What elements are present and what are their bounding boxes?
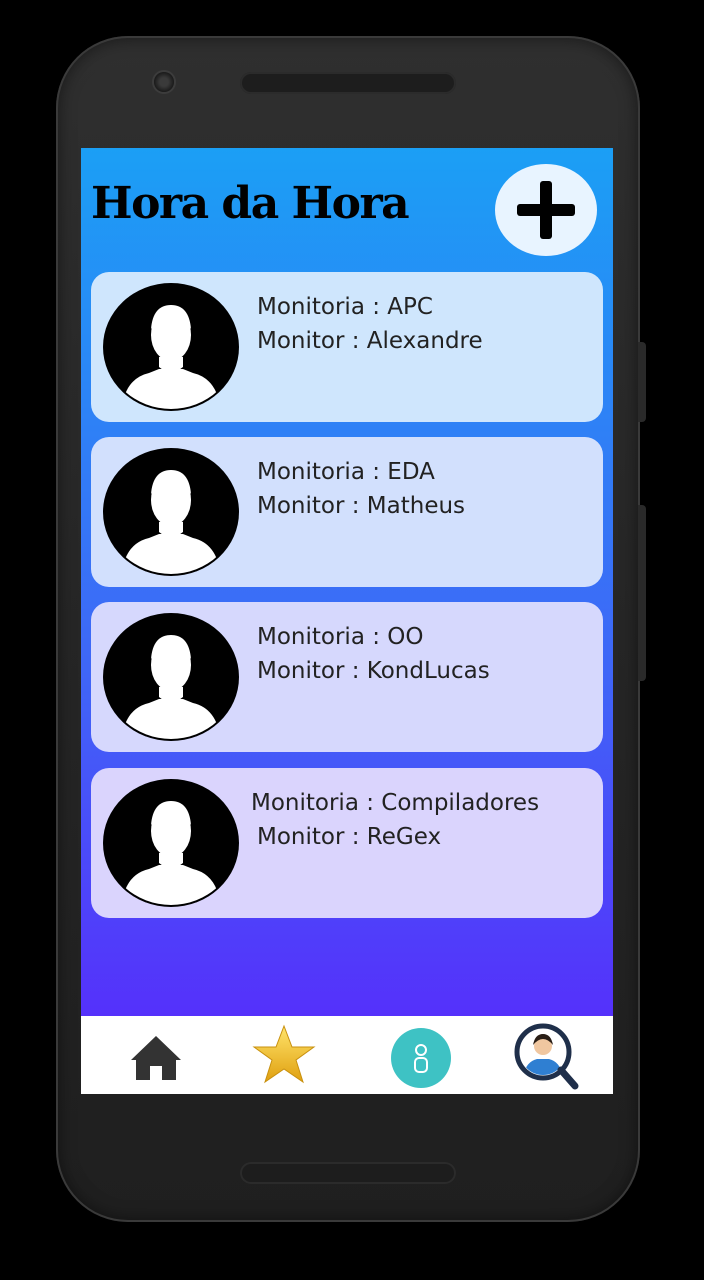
front-camera xyxy=(154,72,174,92)
card-text: Monitoria : EDA Monitor : Matheus xyxy=(257,455,465,523)
monitoria-card[interactable]: Monitoria : OO Monitor : KondLucas xyxy=(91,602,603,752)
volume-button xyxy=(638,342,646,422)
earpiece-speaker xyxy=(240,72,456,94)
monitoria-card[interactable]: Monitoria : Compiladores Monitor : ReGex xyxy=(91,768,603,918)
bottom-speaker xyxy=(240,1162,456,1184)
bottom-nav xyxy=(81,1018,613,1094)
app-title: Hora da Hora xyxy=(91,178,410,229)
nav-search[interactable] xyxy=(513,1018,581,1094)
monitoria-name: Monitoria : Compiladores xyxy=(251,790,540,816)
card-text: Monitoria : Compiladores Monitor : ReGex xyxy=(251,786,539,854)
power-button xyxy=(638,505,646,681)
monitoria-list-screen: Hora da Hora Monitoria : APC Monitor : A… xyxy=(81,148,613,1016)
avatar-icon xyxy=(103,613,239,741)
user-search-icon xyxy=(514,1023,579,1090)
avatar-icon xyxy=(103,448,239,576)
home-icon xyxy=(131,1036,181,1080)
nav-profile[interactable] xyxy=(389,1018,453,1094)
add-monitoria-button[interactable] xyxy=(495,164,597,256)
card-text: Monitoria : APC Monitor : Alexandre xyxy=(257,290,483,358)
monitor-name: Monitor : ReGex xyxy=(257,824,442,850)
monitor-name: Monitor : KondLucas xyxy=(257,658,490,684)
monitor-name: Monitor : Alexandre xyxy=(257,328,483,354)
card-text: Monitoria : OO Monitor : KondLucas xyxy=(257,620,490,688)
monitoria-name: Monitoria : OO xyxy=(257,624,424,650)
monitoria-name: Monitoria : EDA xyxy=(257,459,435,485)
monitoria-card[interactable]: Monitoria : APC Monitor : Alexandre xyxy=(91,272,603,422)
star-icon xyxy=(252,1024,316,1084)
nav-favorites[interactable] xyxy=(251,1018,317,1094)
monitor-name: Monitor : Matheus xyxy=(257,493,466,519)
app-screen: Hora da Hora Monitoria : APC Monitor : A… xyxy=(81,148,613,1094)
nav-home[interactable] xyxy=(127,1018,185,1094)
teal-circle-icon xyxy=(391,1028,451,1088)
avatar-icon xyxy=(103,779,239,907)
avatar-icon xyxy=(103,283,239,411)
monitoria-card[interactable]: Monitoria : EDA Monitor : Matheus xyxy=(91,437,603,587)
monitoria-name: Monitoria : APC xyxy=(257,294,433,320)
